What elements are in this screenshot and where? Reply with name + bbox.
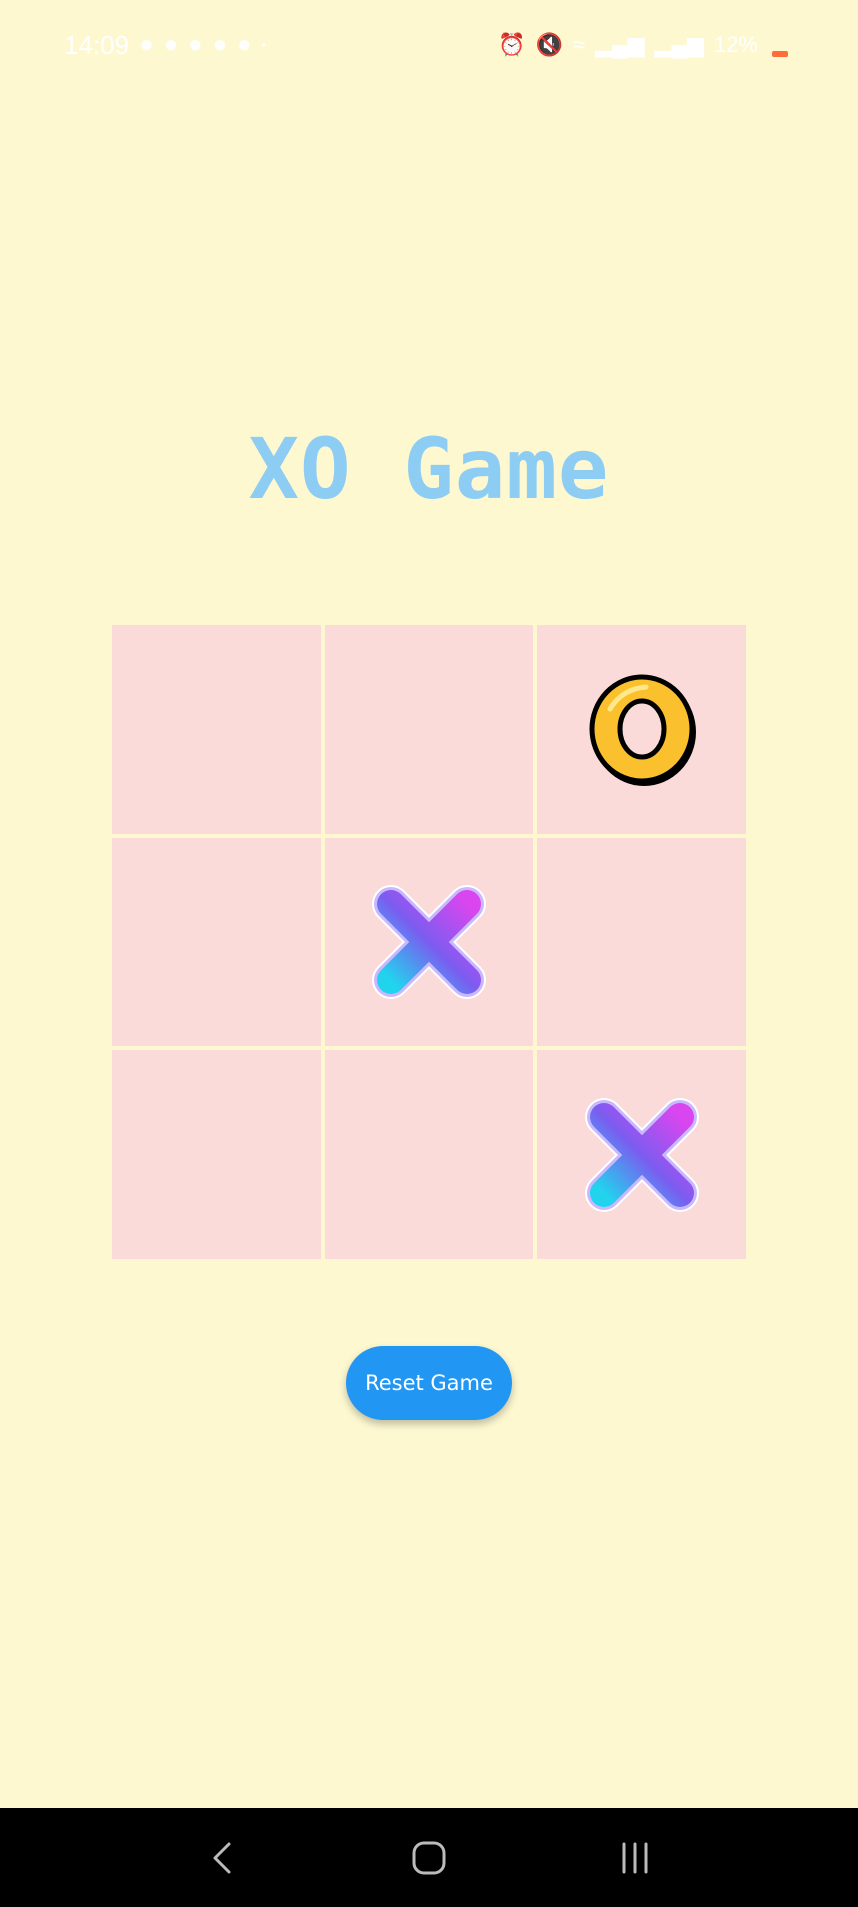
- board-cell-6[interactable]: [112, 1050, 321, 1259]
- app-screen: 14:09 ● ● ● ● ● • ⏰ 🔇 ≈ ▂▄▆ ▂▄▆ 12% XO G…: [0, 0, 858, 1907]
- game-controller-icon: ●: [163, 31, 179, 58]
- o-mark-icon: [589, 674, 696, 787]
- board-cell-0[interactable]: [112, 625, 321, 834]
- recent-apps-icon: [622, 1842, 648, 1873]
- back-button[interactable]: [183, 1818, 263, 1898]
- board-cell-5[interactable]: [537, 837, 746, 1047]
- status-left: 14:09 ● ● ● ● ● •: [64, 30, 266, 61]
- home-button[interactable]: [389, 1818, 469, 1898]
- signal-icon: ▂▄▆: [654, 32, 704, 57]
- board-cell-4[interactable]: [324, 837, 534, 1047]
- battery-icon: [772, 51, 788, 57]
- status-time: 14:09: [64, 29, 130, 60]
- battery-level: 12%: [713, 32, 758, 57]
- board-cell-8[interactable]: [537, 1050, 746, 1259]
- game-controller-icon: ●: [212, 31, 228, 58]
- dot-icon: •: [261, 38, 266, 52]
- status-bar: 14:09 ● ● ● ● ● • ⏰ 🔇 ≈ ▂▄▆ ▂▄▆ 12%: [0, 0, 858, 90]
- game-controller-icon: ●: [139, 31, 154, 58]
- back-icon: [213, 1842, 231, 1873]
- x-mark-icon: [584, 1097, 699, 1212]
- recent-apps-button[interactable]: [595, 1818, 675, 1898]
- board-cell-3[interactable]: [112, 837, 321, 1047]
- signal-icon: ▂▄▆: [595, 32, 645, 57]
- game-board: [112, 625, 746, 1259]
- wifi-icon: ≈: [573, 32, 586, 57]
- alarm-icon: ⏰: [498, 32, 526, 57]
- board-cell-7[interactable]: [324, 1050, 534, 1259]
- page-title: XO Game: [248, 420, 610, 518]
- mute-icon: 🔇: [535, 32, 563, 57]
- reset-game-button[interactable]: Reset Game: [346, 1346, 512, 1420]
- status-right: ⏰ 🔇 ≈ ▂▄▆ ▂▄▆ 12%: [498, 32, 788, 58]
- board-cell-1[interactable]: [324, 625, 534, 834]
- home-icon: [412, 1841, 446, 1874]
- x-mark-icon: [371, 884, 486, 999]
- board-cell-2[interactable]: [537, 625, 746, 834]
- game-controller-icon: ●: [237, 31, 252, 58]
- game-controller-icon: ●: [188, 31, 203, 58]
- navigation-bar: [0, 1808, 858, 1907]
